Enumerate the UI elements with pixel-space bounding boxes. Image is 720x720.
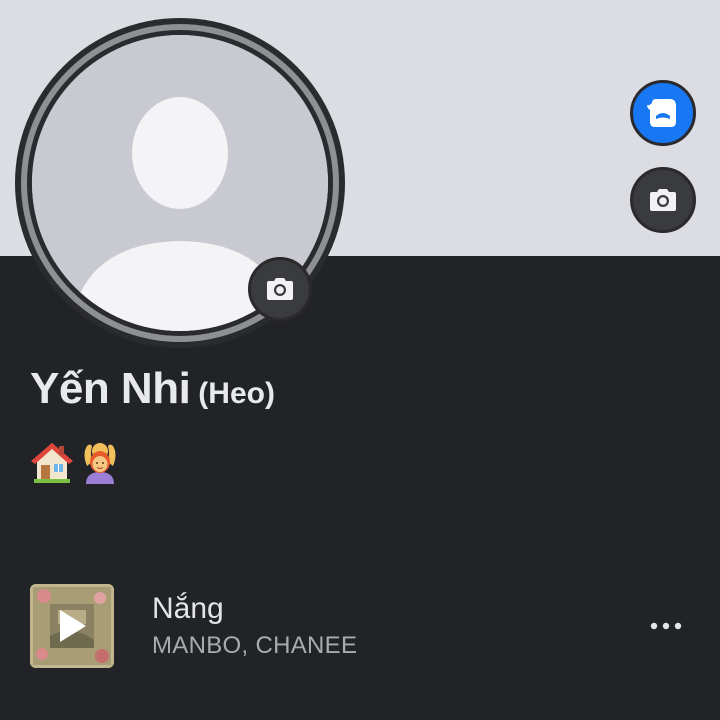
- song-title[interactable]: Nắng: [152, 592, 224, 626]
- song-artist: MANBO, CHANEE: [152, 632, 358, 659]
- avatar-icon: [647, 99, 676, 127]
- bio: [30, 440, 122, 484]
- camera-icon: [267, 278, 293, 300]
- more-options-button[interactable]: [644, 608, 688, 644]
- profile-music-row[interactable]: Nắng MANBO, CHANEE: [30, 584, 690, 668]
- woman-gesturing-ok-emoji: [84, 443, 116, 484]
- album-art[interactable]: [30, 584, 114, 668]
- avatar-button[interactable]: [630, 80, 696, 146]
- edit-profile-picture-button[interactable]: [248, 257, 312, 321]
- house-emoji: [31, 443, 73, 483]
- profile-name-text: Yến Nhi: [30, 364, 191, 413]
- edit-cover-photo-button[interactable]: [630, 167, 696, 233]
- camera-icon: [650, 189, 676, 211]
- more-horizontal-icon: [650, 622, 682, 630]
- play-icon[interactable]: [52, 606, 92, 646]
- alternate-name: (Heo): [198, 377, 275, 410]
- profile-name: Yến Nhi (Heo): [30, 364, 275, 414]
